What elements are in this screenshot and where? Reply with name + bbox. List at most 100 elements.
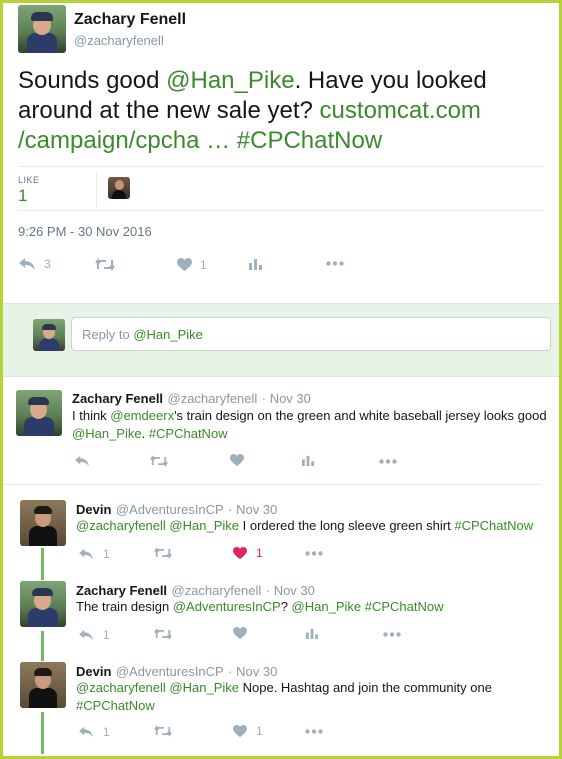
- reply-text: @zacharyfenell @Han_Pike Nope. Hashtag a…: [76, 679, 546, 715]
- retweet-button[interactable]: [154, 547, 172, 559]
- reply-count: 1: [103, 547, 110, 561]
- like-button[interactable]: 1: [177, 258, 207, 272]
- reply-button[interactable]: 1: [78, 628, 110, 642]
- analytics-button[interactable]: [249, 257, 262, 270]
- heart-icon: [233, 546, 247, 559]
- analytics-button[interactable]: [306, 627, 318, 639]
- more-button[interactable]: [305, 551, 323, 556]
- more-button[interactable]: [326, 261, 344, 266]
- avatar-devin[interactable]: [20, 500, 66, 546]
- more-icon: [305, 551, 323, 556]
- mention-link[interactable]: @zacharyfenell: [76, 518, 166, 533]
- avatar-zachary[interactable]: [20, 581, 66, 627]
- thread-line: [41, 631, 44, 661]
- reply-icon: [19, 258, 35, 270]
- mention-link[interactable]: @Han_Pike: [292, 599, 362, 614]
- retweet-button[interactable]: [150, 455, 168, 467]
- author-name[interactable]: Zachary Fenell: [72, 391, 163, 406]
- author-name[interactable]: Zachary Fenell: [74, 11, 186, 29]
- like-button[interactable]: [230, 454, 244, 467]
- more-icon: [305, 729, 323, 734]
- tweet-card: Zachary Fenell @zacharyfenell Sounds goo…: [0, 0, 562, 759]
- mention-link[interactable]: @Han_Pike: [169, 518, 239, 533]
- analytics-icon: [302, 455, 314, 466]
- more-icon: [379, 459, 397, 464]
- reply-count: 3: [44, 257, 51, 271]
- reply-button[interactable]: 1: [78, 547, 110, 561]
- more-icon: [326, 261, 344, 266]
- analytics-button[interactable]: [302, 454, 314, 466]
- like-button[interactable]: 1: [233, 546, 263, 560]
- tweet-date[interactable]: · Nov 30: [228, 502, 277, 517]
- reply-button[interactable]: [74, 455, 90, 467]
- tweet-date[interactable]: · Nov 30: [228, 664, 277, 679]
- like-button[interactable]: [233, 627, 247, 640]
- more-button[interactable]: [383, 632, 401, 637]
- mention-link[interactable]: @emdeerx: [110, 408, 174, 423]
- analytics-icon: [249, 259, 262, 270]
- text-part: ?: [280, 599, 292, 614]
- author-handle[interactable]: @zacharyfenell: [168, 391, 258, 406]
- author-handle[interactable]: @zacharyfenell: [74, 33, 164, 48]
- tweet-date[interactable]: · Nov 30: [262, 391, 311, 406]
- author-handle[interactable]: @zacharyfenell: [172, 583, 262, 598]
- reply-text: @zacharyfenell @Han_Pike I ordered the l…: [76, 517, 546, 535]
- avatar-zachary[interactable]: [18, 5, 66, 53]
- reply-icon: [79, 548, 93, 560]
- heart-icon: [233, 627, 247, 640]
- text-part: Nope. Hashtag and join the community one: [239, 680, 492, 695]
- retweet-icon: [154, 725, 172, 737]
- tweet-text-part: Sounds good: [18, 67, 167, 94]
- hashtag-link[interactable]: #CPChatNow: [230, 127, 382, 154]
- author-handle[interactable]: @AdventuresInCP: [116, 502, 224, 517]
- reply-button[interactable]: 3: [18, 257, 51, 271]
- author-name[interactable]: Zachary Fenell: [76, 583, 167, 598]
- reply-icon: [75, 455, 89, 467]
- avatar-devin[interactable]: [20, 662, 66, 708]
- mention-link[interactable]: @AdventuresInCP: [173, 599, 281, 614]
- text-part: 's train design on the green and white b…: [174, 408, 547, 423]
- stat-divider: [96, 172, 97, 208]
- author-name[interactable]: Devin: [76, 502, 111, 517]
- author-handle[interactable]: @AdventuresInCP: [116, 664, 224, 679]
- like-button[interactable]: 1: [233, 724, 263, 738]
- avatar-zachary[interactable]: [16, 390, 62, 436]
- hashtag-link[interactable]: #CPChatNow: [454, 518, 533, 533]
- like-count: 1: [256, 546, 263, 560]
- mention-link[interactable]: @Han_Pike: [72, 426, 142, 441]
- retweet-icon: [154, 628, 172, 640]
- retweet-button[interactable]: [154, 725, 172, 737]
- author-name[interactable]: Devin: [76, 664, 111, 679]
- like-stat-label: LIKE: [18, 175, 40, 185]
- mention-link[interactable]: @zacharyfenell: [76, 680, 166, 695]
- liker-avatar[interactable]: [108, 177, 130, 199]
- divider: [18, 210, 544, 211]
- like-stat-count[interactable]: 1: [18, 186, 27, 206]
- reply-count: 1: [103, 725, 110, 739]
- reply-input[interactable]: Reply to @Han_Pike: [71, 317, 551, 351]
- text-part: I think: [72, 408, 111, 423]
- hashtag-link[interactable]: #CPChatNow: [76, 698, 155, 713]
- text-part: The train design: [76, 599, 173, 614]
- reply-button[interactable]: 1: [78, 725, 110, 739]
- mention-link[interactable]: @Han_Pike: [169, 680, 239, 695]
- retweet-button[interactable]: [95, 258, 115, 271]
- retweet-icon: [95, 258, 115, 271]
- mention-link[interactable]: @Han_Pike: [166, 67, 294, 94]
- heart-icon: [177, 258, 192, 271]
- tweet-date[interactable]: · Nov 30: [266, 583, 315, 598]
- reply-count: 1: [103, 628, 110, 642]
- retweet-icon: [154, 547, 172, 559]
- divider: [3, 484, 541, 485]
- reply-icon: [79, 726, 93, 738]
- reply-mention: @Han_Pike: [133, 327, 203, 342]
- tweet-timestamp[interactable]: 9:26 PM - 30 Nov 2016: [18, 224, 152, 239]
- composer-avatar: [33, 319, 65, 351]
- retweet-button[interactable]: [154, 628, 172, 640]
- more-button[interactable]: [379, 459, 397, 464]
- more-button[interactable]: [305, 729, 323, 734]
- hashtag-link[interactable]: #CPChatNow: [361, 599, 444, 614]
- reply-placeholder: Reply to: [82, 327, 134, 342]
- divider: [18, 166, 544, 167]
- hashtag-link[interactable]: #CPChatNow: [149, 426, 228, 441]
